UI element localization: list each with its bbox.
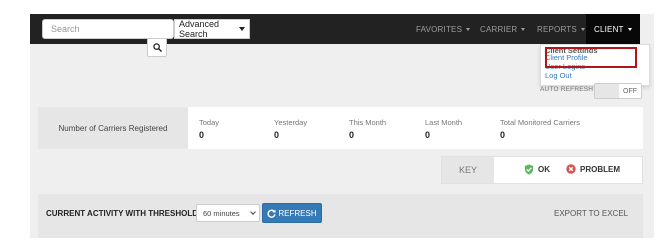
nav-reports-label: REPORTS [537,24,577,34]
stat-this-month: This Month 0 [349,118,386,140]
auto-refresh-label: AUTO REFRESH [540,86,594,93]
threshold-select[interactable]: 60 minutes [196,204,260,222]
stat-label: Total Monitored Carriers [500,118,581,127]
key-problem-label: PROBLEM [580,164,620,174]
refresh-label: REFRESH [278,208,317,218]
stat-yesterday: Yesterday 0 [274,118,307,140]
nav-carrier-label: CARRIER [480,24,518,34]
status-key: KEY OK PROBLEM [441,156,643,184]
nav-client-label: CLIENT [594,24,624,34]
stat-value: 0 [274,130,280,140]
refresh-button[interactable]: REFRESH [262,203,322,223]
stat-value: 0 [425,130,431,140]
chevron-down-icon [239,27,245,31]
activity-title: CURRENT ACTIVITY WITH THRESHOLD [46,209,198,218]
current-activity-bar: CURRENT ACTIVITY WITH THRESHOLD 60 minut… [38,194,643,238]
chevron-down-icon [250,209,256,215]
nav-carrier[interactable]: CARRIER [480,14,526,44]
highlight-box [545,47,637,68]
threshold-value: 60 minutes [203,208,240,218]
search-input[interactable] [42,19,174,39]
export-to-excel-button[interactable]: EXPORT TO EXCEL [554,209,628,218]
nav-client[interactable]: CLIENT [586,14,640,44]
search-button[interactable] [147,38,167,57]
key-problem: PROBLEM [566,164,620,174]
refresh-icon [267,209,276,218]
stat-label: Yesterday [274,118,308,127]
key-ok-label: OK [538,165,550,174]
nav-favorites-label: FAVORITES [416,24,463,34]
stat-label: This Month [349,118,387,127]
carrier-stats-panel: Number of Carriers Registered Today 0 Ye… [38,107,643,149]
toggle-state: OFF [619,84,641,98]
error-circle-icon [566,164,576,174]
search-icon [152,43,162,52]
caret-down-icon [627,27,632,31]
caret-down-icon [521,27,526,31]
dropdown-item-log-out[interactable]: Log Out [545,71,649,80]
caret-down-icon [580,27,585,31]
top-navbar: Advanced Search FAVORITES CARRIER REPORT… [30,14,640,44]
stat-value: 0 [349,130,355,140]
stats-title: Number of Carriers Registered [38,107,188,149]
key-label: KEY [442,157,494,183]
key-ok: OK [524,164,550,175]
stat-last-month: Last Month 0 [425,118,462,140]
stat-total-monitored: Total Monitored Carriers 0 [500,118,580,140]
nav-favorites[interactable]: FAVORITES [416,14,471,44]
stat-label: Last Month [425,118,463,127]
shield-check-icon [524,164,534,175]
stat-label: Today [199,118,220,127]
advanced-search-label: Advanced Search [179,19,220,39]
auto-refresh-toggle[interactable]: OFF [594,83,642,99]
stat-value: 0 [199,130,205,140]
stat-value: 0 [500,130,506,140]
caret-down-icon [466,27,471,31]
nav-reports[interactable]: REPORTS [537,14,585,44]
advanced-search-select[interactable]: Advanced Search [174,19,250,39]
stat-today: Today 0 [199,118,219,140]
